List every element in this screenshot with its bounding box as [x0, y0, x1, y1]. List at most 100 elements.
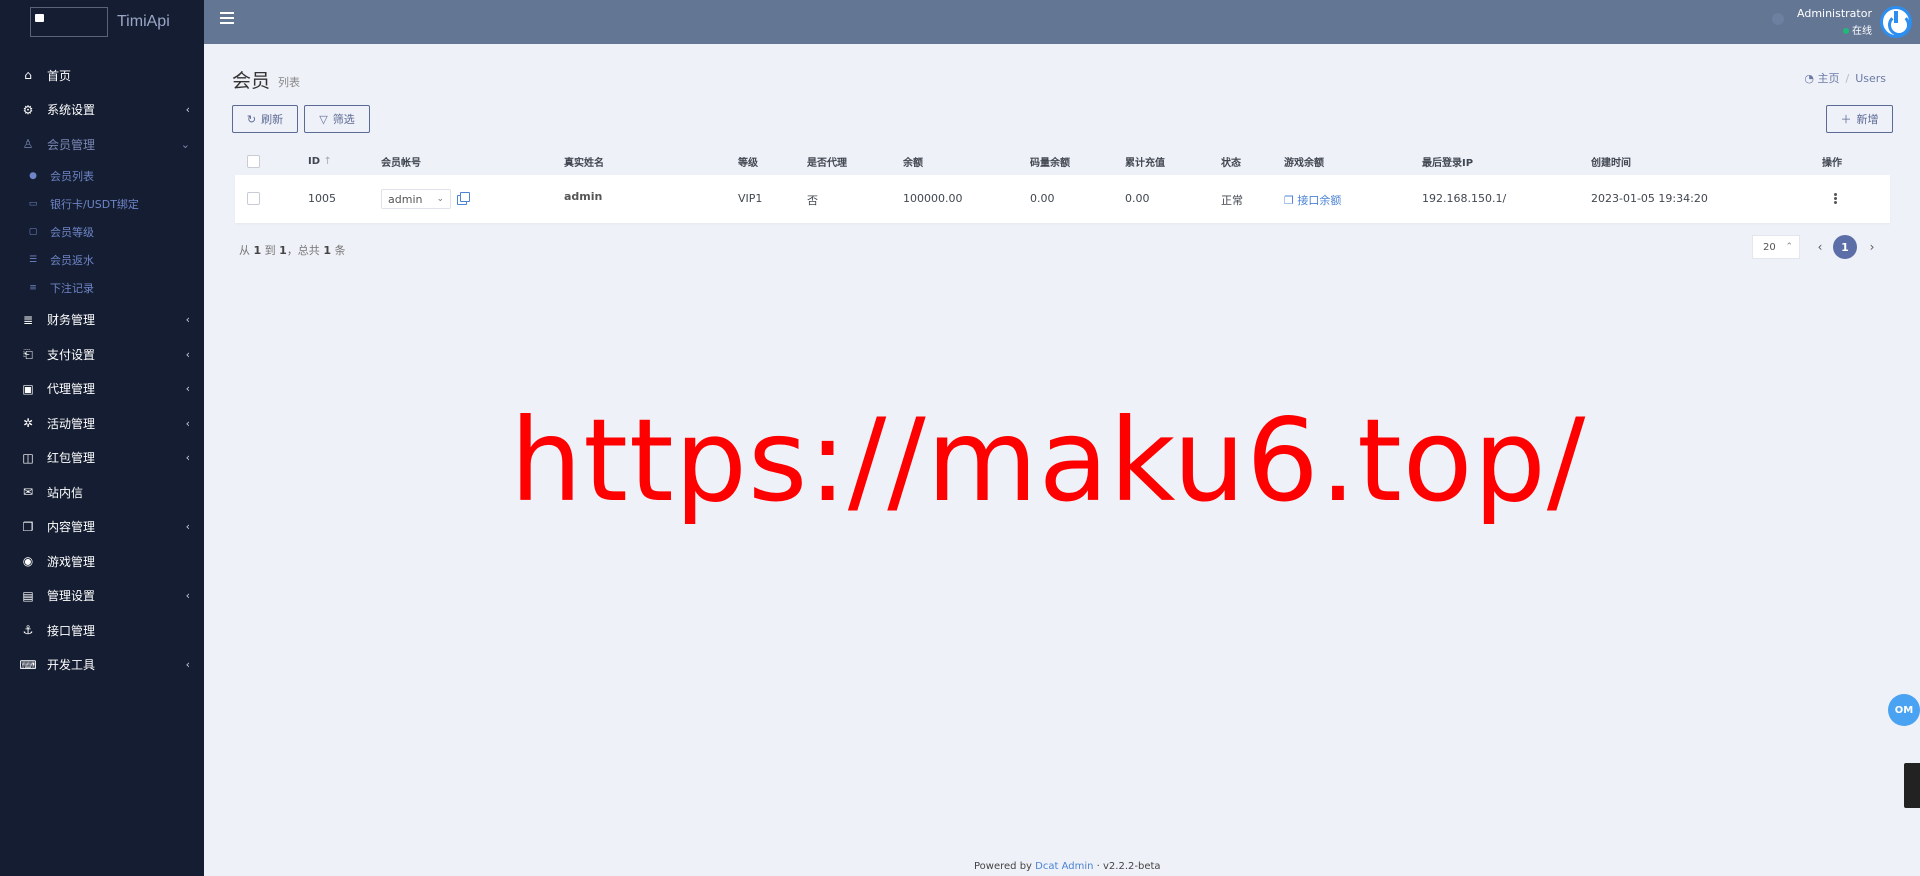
table-row: 1005 admin ⌄ admin VIP1 否 100000.00 0.00 …: [235, 175, 1890, 223]
id-card-icon: ▤: [22, 588, 34, 603]
home-icon: ⌂: [24, 68, 32, 83]
sidebar-item-2[interactable]: ♙ 会员管理 ⌄: [0, 127, 204, 162]
col-code-balance: 码量余额: [1030, 158, 1070, 169]
sidebar-subitem-1[interactable]: ▭ 银行卡/USDT绑定: [0, 190, 204, 218]
pagination-summary: 从 1 到 1，总共 1 条: [239, 244, 346, 257]
cell-balance: 100000.00: [903, 192, 963, 205]
badge-icon: ▢: [28, 226, 38, 237]
chevron-left-icon: ‹: [185, 416, 190, 430]
sidebar-menu: ⌂ 首页 ⚙ 系统设置 ‹ ♙ 会员管理 ⌄ ● 会员列表 ▭ 银行卡/USDT绑定 ▢ 会员等级 ☰ 会员返…: [0, 58, 204, 682]
redpacket-icon: ◫: [22, 450, 34, 465]
cell-created-at: 2023-01-05 19:34:20: [1591, 192, 1708, 205]
sidebar: TimiApi ⌂ 首页 ⚙ 系统设置 ‹ ♙ 会员管理 ⌄ ● 会员列表 ▭ 银行卡/USDT绑定 ▢…: [0, 0, 204, 876]
database-icon: ≣: [22, 312, 34, 327]
filter-button[interactable]: ▽ 筛选: [304, 105, 370, 133]
col-actions: 操作: [1822, 158, 1842, 169]
sidebar-subitem-4[interactable]: ≡ 下注记录: [0, 274, 204, 302]
filter-icon: ▽: [319, 112, 328, 126]
sidebar-item-12[interactable]: ⚓ 接口管理: [0, 613, 204, 648]
new-button[interactable]: ＋ 新增: [1826, 105, 1893, 133]
filter-label: 筛选: [332, 113, 355, 126]
sidebar-item-label: 系统设置: [47, 103, 96, 118]
col-real-name: 真实姓名: [564, 158, 604, 169]
col-balance: 余额: [903, 158, 923, 169]
refresh-label: 刷新: [261, 113, 284, 126]
sidebar-item-label: 开发工具: [47, 658, 96, 673]
sidebar-item-3[interactable]: ≣ 财务管理 ‹: [0, 302, 204, 337]
sidebar-item-9[interactable]: ❐ 内容管理 ‹: [0, 509, 204, 544]
account-value: admin: [388, 192, 423, 206]
page-size-select[interactable]: 20 ⌃: [1752, 235, 1800, 259]
logo-image: [30, 7, 108, 37]
sidebar-item-label: 管理设置: [47, 589, 96, 604]
account-dropdown[interactable]: admin ⌄: [381, 189, 451, 209]
agent-icon: ▣: [22, 381, 34, 396]
sidebar-item-0[interactable]: ⌂ 首页: [0, 58, 204, 93]
col-is-agent: 是否代理: [807, 158, 847, 169]
sidebar-subitem-label: 下注记录: [50, 282, 94, 296]
dcat-admin-link[interactable]: Dcat Admin: [1035, 861, 1093, 872]
col-total-recharge: 累计充值: [1125, 158, 1165, 169]
sidebar-item-label: 内容管理: [47, 520, 96, 535]
sidebar-subitem-3[interactable]: ☰ 会员返水: [0, 246, 204, 274]
floating-om-button[interactable]: OM: [1888, 694, 1920, 726]
prev-page-button[interactable]: ‹: [1810, 237, 1830, 257]
col-level: 等级: [738, 158, 758, 169]
col-id[interactable]: ID ↑: [308, 156, 332, 167]
anchor-icon: ⚓: [22, 623, 34, 638]
users-table: ID ↑ 会员帐号 真实姓名 等级 是否代理 余额 码量余额 累计充值 状态 游…: [235, 148, 1890, 223]
col-status: 状态: [1221, 158, 1241, 169]
logo-area[interactable]: TimiApi: [0, 0, 204, 44]
avatar[interactable]: [1880, 6, 1912, 38]
refresh-button[interactable]: ↻ 刷新: [232, 105, 298, 133]
topbar: Administrator 在线: [204, 0, 1920, 44]
cell-real-name: admin: [564, 190, 603, 203]
sidebar-item-label: 站内信: [47, 485, 84, 500]
menu-toggle-icon[interactable]: [220, 12, 234, 24]
cell-level: VIP1: [738, 192, 763, 205]
sidebar-item-1[interactable]: ⚙ 系统设置 ‹: [0, 93, 204, 128]
sidebar-item-11[interactable]: ▤ 管理设置 ‹: [0, 578, 204, 613]
sidebar-subitem-label: 会员等级: [50, 225, 94, 239]
sidebar-item-5[interactable]: ▣ 代理管理 ‹: [0, 371, 204, 406]
sidebar-item-10[interactable]: ◉ 游戏管理: [0, 544, 204, 579]
more-actions-icon[interactable]: [1834, 193, 1837, 208]
bookmark-icon: ⎗: [23, 346, 33, 361]
game-balance-link[interactable]: ❐ 接口余额: [1284, 192, 1341, 208]
new-label: 新增: [1856, 113, 1879, 126]
chevron-left-icon: ‹: [185, 520, 190, 534]
online-dot-icon: [1843, 28, 1849, 34]
select-all-checkbox[interactable]: [247, 155, 260, 168]
page-size-value: 20: [1763, 241, 1776, 253]
chevron-left-icon: ‹: [185, 451, 190, 465]
sidebar-subitem-2[interactable]: ▢ 会员等级: [0, 218, 204, 246]
table-header: ID ↑ 会员帐号 真实姓名 等级 是否代理 余额 码量余额 累计充值 状态 游…: [235, 148, 1890, 175]
plus-icon: ＋: [1840, 113, 1852, 126]
dashboard-icon: ◔: [1804, 72, 1814, 85]
cell-id: 1005: [308, 192, 336, 205]
powered-by: Powered by Dcat Admin · v2.2.2-beta: [974, 861, 1161, 872]
col-last-ip: 最后登录IP: [1422, 158, 1474, 169]
page-button-current[interactable]: 1: [1833, 235, 1857, 259]
breadcrumb-current: Users: [1855, 72, 1886, 85]
breadcrumb-home[interactable]: 主页: [1817, 72, 1839, 85]
notification-dot-icon[interactable]: [1772, 13, 1784, 25]
copy-icon: ❐: [22, 519, 34, 534]
sidebar-item-6[interactable]: ✲ 活动管理 ‹: [0, 406, 204, 441]
sidebar-item-label: 游戏管理: [47, 554, 96, 569]
cell-last-ip: 192.168.150.1/: [1422, 192, 1507, 205]
refresh-icon: ↻: [246, 112, 257, 126]
sidebar-item-8[interactable]: ✉ 站内信: [0, 475, 204, 510]
sidebar-item-13[interactable]: ⌨ 开发工具 ‹: [0, 647, 204, 682]
side-tab-handle[interactable]: [1904, 763, 1920, 808]
user-info[interactable]: Administrator 在线: [1797, 7, 1872, 37]
copy-icon[interactable]: [457, 191, 470, 205]
cell-code-balance: 0.00: [1030, 192, 1055, 205]
sidebar-item-4[interactable]: ⎗ 支付设置 ‹: [0, 337, 204, 372]
watermark-text: https://maku6.top/: [510, 394, 1587, 527]
breadcrumb-separator: /: [1845, 72, 1850, 85]
next-page-button[interactable]: ›: [1862, 237, 1882, 257]
sidebar-item-7[interactable]: ◫ 红包管理 ‹: [0, 440, 204, 475]
row-checkbox[interactable]: [247, 192, 260, 205]
sidebar-subitem-0[interactable]: ● 会员列表: [0, 162, 204, 190]
